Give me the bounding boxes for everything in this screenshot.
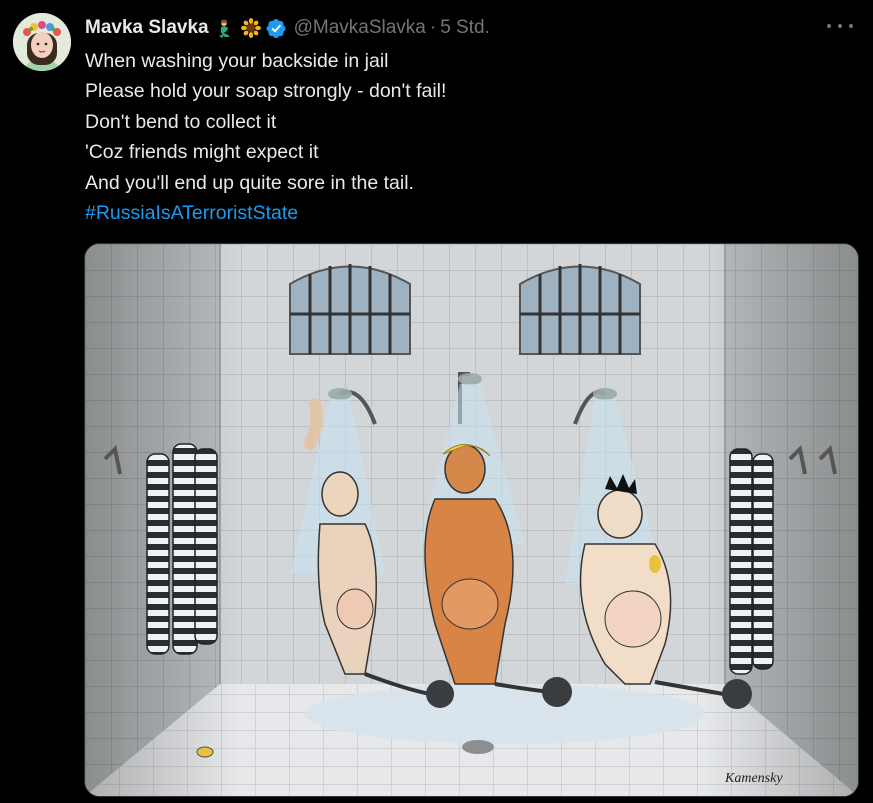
author-handle[interactable]: @MavkaSlavka: [294, 17, 426, 39]
tweet-text-line: And you'll end up quite sore in the tail…: [85, 171, 414, 194]
tweet-header: Mavka Slavka @MavkaSlavka · 5 Std.: [85, 14, 490, 42]
author-name[interactable]: Mavka Slavka: [85, 17, 209, 39]
tweet-text: When washing your backside in jail Pleas…: [85, 46, 845, 228]
tweet-image[interactable]: Kamensky: [84, 243, 859, 797]
avatar-icon: [13, 13, 71, 71]
tweet-text-line: When washing your backside in jail: [85, 50, 389, 72]
verified-badge-icon[interactable]: [266, 18, 287, 39]
tweet-text-line: 'Coz friends might expect it: [85, 141, 319, 164]
mermaid-emoji-icon: [215, 18, 235, 38]
sunflower-emoji-icon: [240, 18, 261, 38]
avatar[interactable]: [13, 13, 71, 71]
tweet-text-line: Don't bend to collect it: [85, 110, 277, 133]
more-options-icon[interactable]: [827, 16, 853, 36]
cartoon-signature: Kamensky: [724, 771, 783, 786]
hashtag-link[interactable]: #RussiaIsATerroristState: [85, 198, 845, 228]
window-right: [519, 264, 641, 355]
separator-dot: ·: [429, 17, 437, 38]
window-left: [289, 264, 411, 355]
tweet-text-line: Please hold your soap strongly - don't f…: [85, 80, 447, 103]
timestamp[interactable]: 5 Std.: [440, 17, 490, 39]
cartoon-illustration: Kamensky: [85, 244, 858, 796]
